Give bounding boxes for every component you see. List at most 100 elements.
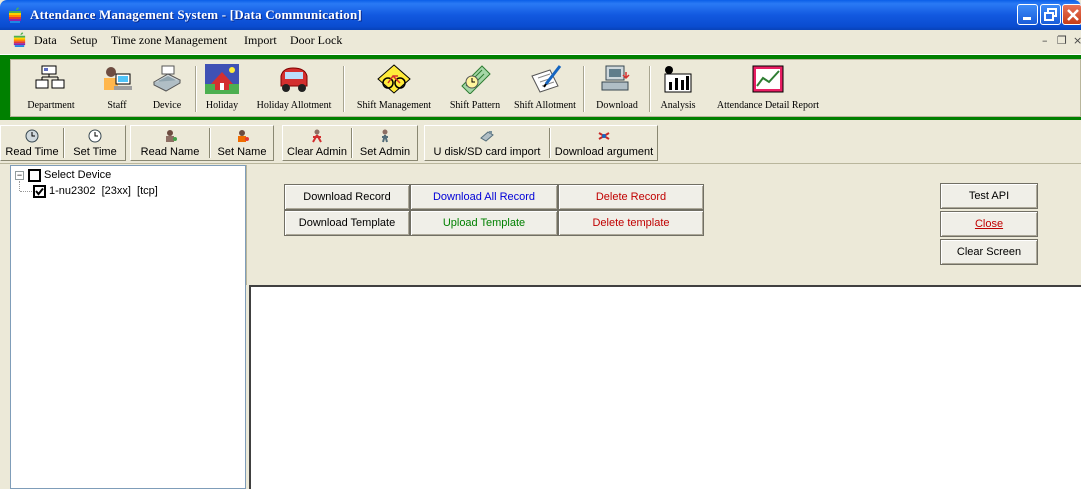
attendance-detail-report-button[interactable]: Attendance Detail Report bbox=[703, 60, 833, 116]
read-time-label: Read Time bbox=[5, 146, 59, 158]
device-label: Device bbox=[152, 100, 182, 111]
menu-data[interactable]: Data bbox=[34, 33, 57, 48]
staff-button[interactable]: Staff bbox=[91, 60, 143, 116]
download-record-button[interactable]: Download Record bbox=[284, 184, 410, 210]
menu-timezone-management[interactable]: Time zone Management bbox=[111, 33, 227, 48]
menu-import[interactable]: Import bbox=[244, 33, 277, 48]
download-icon bbox=[601, 65, 630, 91]
checkmark-icon bbox=[35, 187, 44, 196]
set-admin-button[interactable]: Set Admin bbox=[353, 126, 417, 160]
set-name-button[interactable]: Set Name bbox=[211, 126, 273, 160]
udisk-import-button[interactable]: U disk/SD card import bbox=[425, 126, 549, 160]
shift-pattern-label: Shift Pattern bbox=[449, 100, 501, 111]
holiday-allotment-button[interactable]: Holiday Allotment bbox=[247, 60, 341, 116]
restore-button[interactable] bbox=[1040, 4, 1061, 25]
shift-allotment-button[interactable]: Shift Allotment bbox=[509, 60, 581, 116]
clock-read-icon bbox=[25, 129, 39, 143]
report-icon bbox=[752, 65, 784, 93]
set-time-button[interactable]: Set Time bbox=[65, 126, 125, 160]
close-button[interactable]: Close bbox=[940, 211, 1038, 237]
set-name-label: Set Name bbox=[217, 146, 267, 158]
holiday-button[interactable]: Holiday bbox=[199, 60, 245, 116]
shift-management-label: Shift Management bbox=[356, 100, 432, 111]
admin-button-group: Clear Admin Set Admin bbox=[282, 125, 418, 161]
close-window-button[interactable] bbox=[1062, 4, 1081, 25]
command-panel: Download Record Download All Record Dele… bbox=[246, 165, 1081, 285]
shift-allotment-label: Shift Allotment bbox=[514, 100, 576, 111]
clear-admin-button[interactable]: Clear Admin bbox=[283, 126, 351, 160]
read-name-label: Read Name bbox=[140, 146, 200, 158]
select-device-label[interactable]: Select Device bbox=[44, 169, 111, 181]
set-admin-label: Set Admin bbox=[359, 146, 411, 158]
device-button[interactable]: Device bbox=[143, 60, 191, 116]
department-label: Department bbox=[27, 100, 75, 111]
set-admin-icon bbox=[382, 129, 388, 143]
download-all-record-button[interactable]: Download All Record bbox=[410, 184, 558, 210]
minimize-button[interactable] bbox=[1017, 4, 1038, 25]
read-time-button[interactable]: Read Time bbox=[1, 126, 63, 160]
holiday-allotment-icon bbox=[280, 67, 308, 92]
device-tree: − Select Device 1-nu2302 [23xx] [tcp] bbox=[10, 165, 246, 489]
shift-management-icon bbox=[377, 64, 411, 94]
toolbar-separator bbox=[195, 66, 197, 112]
department-icon bbox=[35, 65, 65, 89]
holiday-icon bbox=[205, 64, 239, 94]
minimize-icon bbox=[1023, 17, 1031, 20]
tree-collapse-toggle[interactable]: − bbox=[15, 171, 24, 180]
apple-logo-icon bbox=[13, 32, 26, 47]
download-argument-icon bbox=[598, 132, 610, 140]
staff-icon bbox=[104, 67, 132, 90]
toolbar-separator bbox=[343, 66, 345, 112]
tree-connector bbox=[19, 181, 20, 191]
download-template-button[interactable]: Download Template bbox=[284, 210, 410, 236]
select-device-checkbox[interactable] bbox=[28, 169, 41, 182]
download-argument-button[interactable]: Download argument bbox=[551, 126, 657, 160]
set-time-label: Set Time bbox=[73, 146, 117, 158]
analysis-button[interactable]: Analysis bbox=[653, 60, 703, 116]
shift-pattern-icon bbox=[461, 65, 491, 94]
button-divider bbox=[209, 128, 210, 158]
device-icon bbox=[152, 65, 182, 92]
button-divider bbox=[63, 128, 64, 158]
restore-icon bbox=[1044, 8, 1057, 21]
mdi-restore-button[interactable]: ❐ bbox=[1057, 34, 1067, 47]
device-checkbox[interactable] bbox=[33, 185, 46, 198]
import-button-group: U disk/SD card import Download argument bbox=[424, 125, 658, 161]
download-argument-label: Download argument bbox=[554, 146, 654, 158]
window-title: Attendance Management System - [Data Com… bbox=[30, 7, 362, 22]
time-button-group: Read Time Set Time bbox=[0, 125, 126, 161]
toolbar-separator bbox=[583, 66, 585, 112]
test-api-button[interactable]: Test API bbox=[940, 183, 1038, 209]
close-icon bbox=[1067, 9, 1079, 21]
read-name-icon bbox=[166, 130, 177, 142]
shift-pattern-button[interactable]: Shift Pattern bbox=[441, 60, 509, 116]
clock-set-icon bbox=[88, 129, 102, 143]
mdi-minimize-button[interactable]: – bbox=[1042, 34, 1048, 47]
menu-setup[interactable]: Setup bbox=[70, 33, 97, 48]
upload-template-button[interactable]: Upload Template bbox=[410, 210, 558, 236]
download-button[interactable]: Download bbox=[587, 60, 647, 116]
output-log-area[interactable] bbox=[249, 285, 1081, 489]
staff-label: Staff bbox=[107, 100, 127, 111]
menu-door-lock[interactable]: Door Lock bbox=[290, 33, 342, 48]
toolbar-separator bbox=[649, 66, 651, 112]
delete-template-button[interactable]: Delete template bbox=[558, 210, 704, 236]
name-button-group: Read Name Set Name bbox=[130, 125, 274, 161]
menu-bar: Data Setup Time zone Management Import D… bbox=[0, 30, 1081, 50]
holiday-allotment-label: Holiday Allotment bbox=[256, 100, 332, 111]
delete-record-button[interactable]: Delete Record bbox=[558, 184, 704, 210]
tree-connector bbox=[20, 191, 32, 192]
department-button[interactable]: Department bbox=[11, 60, 91, 116]
set-name-icon bbox=[238, 130, 249, 142]
main-toolbar: Department Staff Device Holiday Holiday … bbox=[0, 54, 1081, 120]
analysis-label: Analysis bbox=[660, 100, 696, 111]
apple-logo-icon bbox=[9, 7, 21, 23]
mdi-close-button[interactable]: × bbox=[1073, 34, 1081, 47]
clear-screen-button[interactable]: Clear Screen bbox=[940, 239, 1038, 265]
clear-admin-label: Clear Admin bbox=[287, 146, 347, 158]
read-name-button[interactable]: Read Name bbox=[131, 126, 209, 160]
udisk-import-label: U disk/SD card import bbox=[433, 146, 541, 158]
device-item-label[interactable]: 1-nu2302 [23xx] [tcp] bbox=[49, 185, 158, 197]
attendance-detail-report-label: Attendance Detail Report bbox=[716, 100, 820, 111]
shift-management-button[interactable]: Shift Management bbox=[347, 60, 441, 116]
